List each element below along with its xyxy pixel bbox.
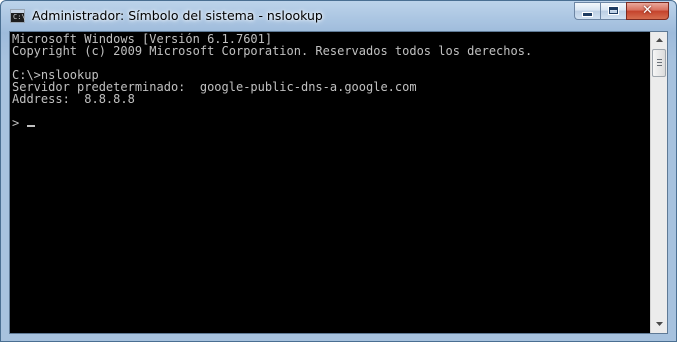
vertical-scrollbar[interactable] bbox=[650, 32, 667, 333]
window-title: Administrador: Símbolo del sistema - nsl… bbox=[32, 8, 323, 23]
console-line: Copyright (c) 2009 Microsoft Corporation… bbox=[12, 44, 533, 58]
thumb-grip-line bbox=[657, 65, 662, 66]
minimize-button[interactable] bbox=[574, 2, 600, 20]
console-line: Address: 8.8.8.8 bbox=[12, 92, 135, 106]
scroll-up-arrow-icon bbox=[655, 38, 663, 42]
command-prompt-icon[interactable]: C:\ bbox=[10, 9, 26, 23]
command-prompt-window: C:\ Administrador: Símbolo del sistema -… bbox=[0, 0, 677, 342]
thumb-grip-line bbox=[657, 59, 662, 60]
scroll-down-button[interactable] bbox=[651, 316, 667, 333]
minimize-icon bbox=[583, 13, 592, 16]
console-output[interactable]: Microsoft Windows [Versión 6.1.7601] Cop… bbox=[11, 33, 651, 332]
scroll-thumb[interactable] bbox=[652, 49, 666, 77]
scroll-up-button[interactable] bbox=[651, 32, 667, 49]
close-icon: ✕ bbox=[642, 3, 653, 18]
caption-buttons: ✕ bbox=[574, 2, 669, 21]
maximize-button[interactable] bbox=[600, 2, 626, 20]
close-button[interactable]: ✕ bbox=[626, 2, 669, 20]
console-prompt-line: > bbox=[12, 116, 27, 130]
title-bar[interactable]: C:\ Administrador: Símbolo del sistema -… bbox=[1, 1, 676, 31]
maximize-icon bbox=[609, 7, 618, 14]
thumb-grip-line bbox=[657, 62, 662, 63]
scroll-down-arrow-icon bbox=[655, 322, 663, 326]
text-cursor bbox=[27, 125, 36, 127]
title-icon-glyph: C:\ bbox=[13, 13, 26, 21]
console-client-area: Microsoft Windows [Versión 6.1.7601] Cop… bbox=[9, 31, 668, 334]
